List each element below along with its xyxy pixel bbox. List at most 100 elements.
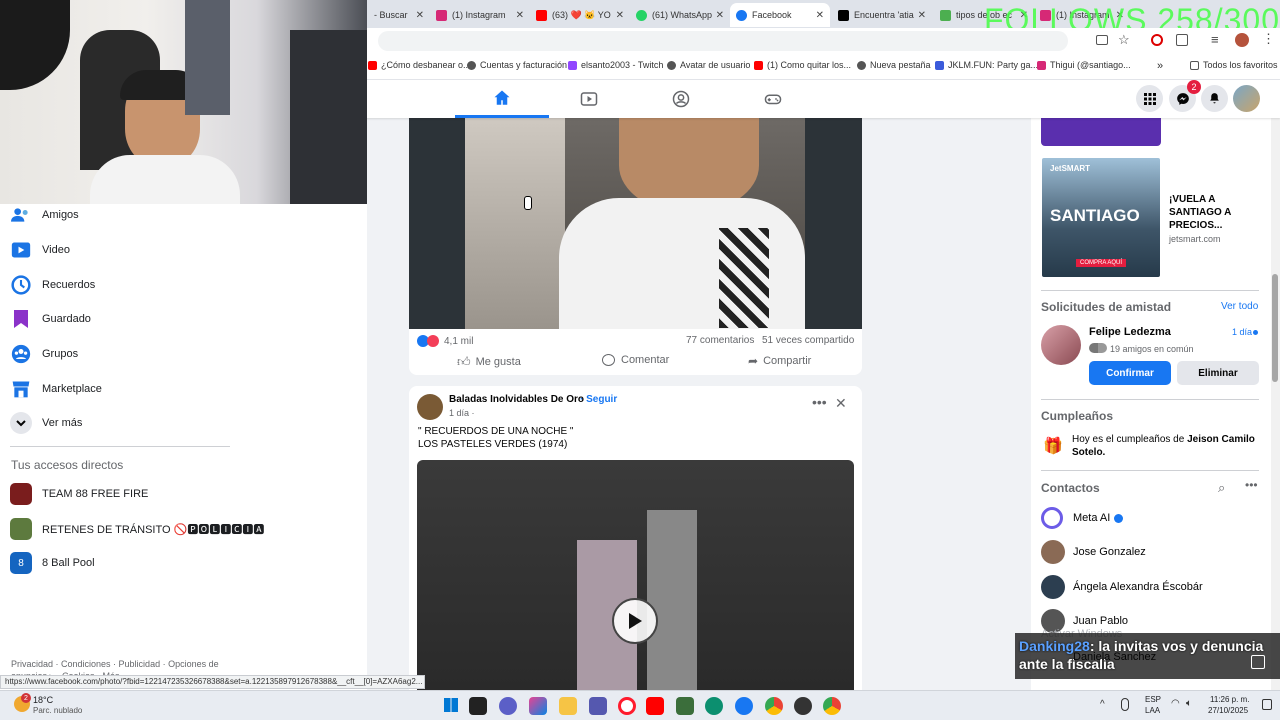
nav-video[interactable] [542,80,636,118]
browser-tab-active[interactable]: Facebook ✕ [730,3,830,27]
close-icon[interactable]: ✕ [516,10,524,21]
close-icon[interactable]: ✕ [918,10,926,21]
story-thumbnail[interactable] [1041,118,1161,146]
bookmarks-overflow-icon[interactable]: » [1157,60,1163,72]
bookmark-item[interactable]: (1) Como quitar los... [754,60,851,70]
browser-tab[interactable]: Encuentra 'atia ✕ [832,3,932,27]
copilot-icon[interactable] [529,697,547,715]
close-icon[interactable]: ✕ [616,10,624,21]
delete-button[interactable]: Eliminar [1177,361,1259,385]
see-all-link[interactable]: Ver todo [1221,301,1258,312]
request-name[interactable]: Felipe Ledezma [1089,326,1171,338]
layout-code[interactable]: LAA [1145,706,1160,715]
sidebar-item-saved[interactable]: Guardado [10,304,91,334]
facebook-icon[interactable] [735,697,753,715]
ad-title[interactable]: ¡VUELA A SANTIAGO A PRECIOS... [1169,193,1264,232]
sidebar-item-friends[interactable]: Amigos [10,200,79,230]
shortcut-item[interactable]: TEAM 88 FREE FIRE [10,479,148,509]
chrome-icon[interactable] [823,697,841,715]
browser-tab[interactable]: (63) ❤️ 🐱 YO ✕ [530,3,630,27]
bookmark-item[interactable]: Nueva pestaña [857,60,931,70]
post-video[interactable] [417,460,854,690]
search-icon[interactable]: ⌕ [1218,480,1225,496]
weather-description[interactable]: Parc. nublado [33,706,82,715]
contact-name[interactable]: Daniela Sanchez [1073,651,1156,663]
reactions-summary[interactable]: 4,1 mil [417,335,473,347]
microphone-icon[interactable] [1121,698,1129,711]
temperature[interactable]: 18°C [33,695,53,705]
request-avatar[interactable] [1041,325,1081,365]
close-icon[interactable]: ✕ [416,10,424,21]
nav-profile[interactable] [634,80,728,118]
chevron-up-icon[interactable]: ^ [1100,699,1105,710]
messenger-button[interactable]: 2 [1169,80,1201,112]
browser-tab[interactable]: tipos de ob ec ✕ [934,3,1034,27]
bookmark-star-icon[interactable]: ☆ [1118,32,1130,48]
nav-home[interactable] [455,80,549,118]
play-icon[interactable] [612,598,658,644]
clock-time[interactable]: 11:26 p. m. [1210,695,1249,704]
playlist-icon[interactable]: ≡ [1211,32,1219,47]
post-time[interactable]: 1 día · [449,408,475,418]
bookmark-item[interactable]: ¿Cómo desbanear o... [368,60,471,70]
sidebar-item-groups[interactable]: Grupos [10,339,78,369]
confirm-button[interactable]: Confirmar [1089,361,1171,385]
url-field[interactable] [378,31,1068,51]
close-icon[interactable]: ✕ [716,10,724,21]
comment-button[interactable]: Comentar [602,354,669,366]
contact-item[interactable]: Jose Gonzalez [1041,540,1271,564]
file-explorer-icon[interactable] [559,697,577,715]
install-app-icon[interactable] [1096,35,1108,45]
opera-icon[interactable] [1151,34,1163,46]
bookmark-item[interactable]: Thigui (@santiago... [1037,60,1131,70]
browser-menu-icon[interactable]: ⋮ [1262,31,1275,47]
account-avatar[interactable] [1233,85,1260,112]
birthday-text[interactable]: Hoy es el cumpleaños de Jeison Camilo So… [1072,433,1257,459]
browser-tab[interactable]: - Buscar ✕ [368,3,430,27]
follow-link[interactable]: · Seguir [580,394,617,405]
nav-gaming[interactable] [726,80,820,118]
shortcut-item[interactable]: RETENES DE TRÁNSITO 🚫🅿🅾🅻🅸🅲🅸🅰 [10,514,264,544]
more-options-icon[interactable]: ••• [1245,478,1258,492]
contact-item[interactable]: Ángela Alexandra Éscobár [1041,575,1271,599]
language-code[interactable]: ESP [1145,695,1161,704]
share-button[interactable]: ➦ Compartir [748,354,811,368]
profile-avatar[interactable] [1235,33,1249,47]
teams-icon[interactable] [589,697,607,715]
sidebar-item-see-more[interactable]: Ver más [10,408,82,438]
bookmark-item[interactable]: elsanto2003 - Twitch [568,60,663,70]
clock-date[interactable]: 27/10/2025 [1208,706,1248,715]
page-avatar[interactable] [417,394,443,420]
like-button[interactable]: 👍︎ Me gusta [457,354,521,370]
browser-tab[interactable]: (61) WhatsApp ✕ [630,3,730,27]
bookmark-item[interactable]: Avatar de usuario [667,60,750,70]
sidebar-item-memories[interactable]: Recuerdos [10,270,95,300]
notifications-button[interactable] [1201,85,1228,112]
bookmark-item[interactable]: JKLM.FUN: Party ga... [935,60,1038,70]
scrollbar-thumb[interactable] [1272,274,1278,382]
ad-cta[interactable]: COMPRA AQUÍ [1076,259,1127,267]
scrollbar[interactable] [1271,118,1280,690]
close-icon[interactable]: ✕ [816,10,824,21]
bookmark-item[interactable]: Cuentas y facturación [467,60,567,70]
volume-icon[interactable]: 🔈︎ [1186,698,1192,709]
sidebar-item-marketplace[interactable]: Marketplace [10,374,102,404]
browser-tab[interactable]: (1) Instagram ✕ [430,3,530,27]
chrome-icon[interactable] [765,697,783,715]
chat-app-icon[interactable] [499,697,517,715]
ad-image[interactable]: JetSMART SANTIAGO COMPRA AQUÍ [1042,158,1160,277]
extensions-icon[interactable] [1176,34,1188,46]
sidebar-item-video[interactable]: Video [10,235,70,265]
start-icon[interactable] [444,698,458,712]
edge-icon[interactable] [705,697,723,715]
app-icon[interactable] [676,697,694,715]
more-options-icon[interactable]: ••• [812,394,827,410]
app-icon[interactable] [794,697,812,715]
compose-icon[interactable] [1251,655,1265,669]
opera-icon[interactable] [618,697,636,715]
bookmark-folder[interactable]: Todos los favoritos [1190,60,1278,70]
shares-count[interactable]: 51 veces compartido [762,335,854,346]
menu-grid-button[interactable] [1136,85,1163,112]
post-image[interactable] [409,118,862,329]
browser-tab[interactable]: (1) Instagram ✕ [1034,3,1130,27]
